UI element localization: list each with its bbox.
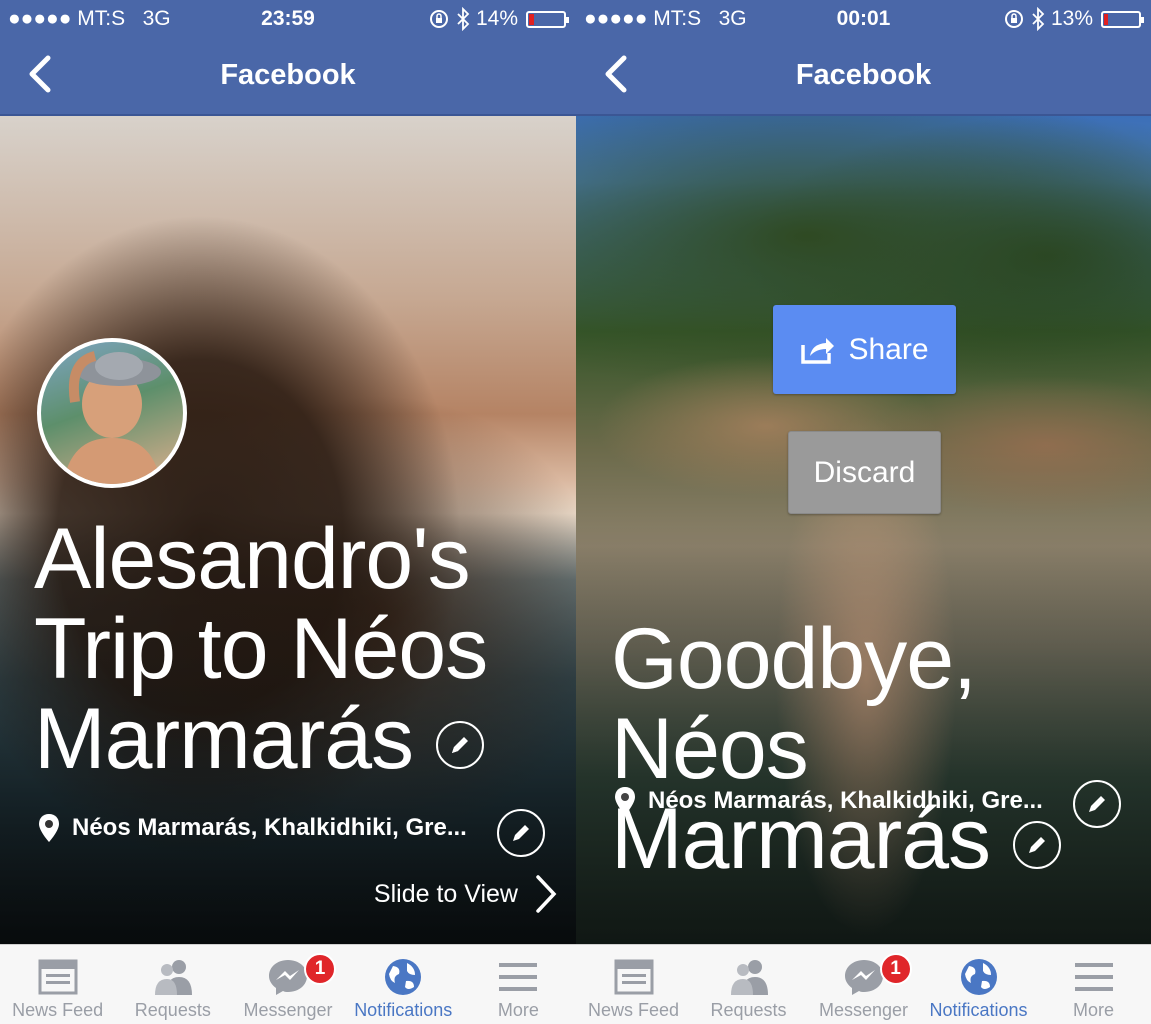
pencil-icon xyxy=(1089,796,1105,812)
globe-icon xyxy=(385,959,422,995)
nav-bar: Facebook xyxy=(576,38,1151,116)
location-row[interactable]: Néos Marmarás, Khalkidhiki, Gre... xyxy=(38,813,467,843)
tab-news-feed[interactable]: News Feed xyxy=(0,945,115,1024)
requests-icon xyxy=(730,960,768,995)
menu-icon xyxy=(499,963,538,991)
album-title-text: Goodbye, Néos Marmarás xyxy=(611,611,991,887)
nav-title: Facebook xyxy=(220,59,356,91)
requests-icon xyxy=(154,960,192,995)
trip-cover-photo[interactable]: Alesandro's Trip to Néos Marmarás Néos M… xyxy=(0,116,576,944)
bluetooth-icon xyxy=(1032,7,1045,31)
edit-title-button[interactable] xyxy=(1012,821,1061,870)
avatar[interactable] xyxy=(37,338,187,488)
location-text: Néos Marmarás, Khalkidhiki, Gre... xyxy=(648,787,1043,814)
tab-label: News Feed xyxy=(587,1000,680,1020)
menu-icon xyxy=(1074,963,1113,991)
album-title-text: Alesandro's Trip to Néos Marmarás xyxy=(34,511,488,787)
tab-notifications[interactable]: Notifications xyxy=(921,945,1036,1024)
tab-requests[interactable]: Requests xyxy=(115,945,230,1024)
edit-title-button[interactable] xyxy=(435,721,484,770)
chevron-right-icon xyxy=(536,875,557,913)
tab-more[interactable]: More xyxy=(461,945,576,1024)
pencil-icon xyxy=(1028,837,1045,854)
news-feed-icon xyxy=(38,959,78,995)
battery-level xyxy=(1104,13,1109,25)
battery-percent: 13% xyxy=(1050,7,1093,30)
messenger-icon xyxy=(269,960,307,995)
tab-messenger[interactable]: 1 Messenger xyxy=(806,945,921,1024)
discard-label: Discard xyxy=(813,455,916,489)
tab-label: Notifications xyxy=(929,1000,1028,1020)
status-bar: ●●●●● MT:S 3G 00:01 13% xyxy=(576,0,1151,38)
right-screen: ●●●●● MT:S 3G 00:01 13% Facebook Share D… xyxy=(576,0,1151,1024)
tab-label: Messenger xyxy=(818,1000,909,1020)
album-title: Goodbye, Néos Marmarás xyxy=(611,614,1131,884)
location-pin-icon xyxy=(39,814,59,842)
share-button[interactable]: Share xyxy=(773,305,956,394)
left-screen: ●●●●● MT:S 3G 23:59 14% Facebook Alesand… xyxy=(0,0,576,1024)
status-indicators: 14% xyxy=(428,7,569,31)
messenger-icon xyxy=(844,960,883,995)
globe-icon xyxy=(960,959,997,995)
discard-button[interactable]: Discard xyxy=(788,431,941,514)
tab-label: Requests xyxy=(134,1000,211,1020)
avatar-photo xyxy=(63,351,161,484)
status-bar: ●●●●● MT:S 3G 23:59 14% xyxy=(0,0,576,38)
tab-label: Notifications xyxy=(354,1000,453,1020)
battery-level xyxy=(529,13,534,25)
bluetooth-icon xyxy=(457,7,470,31)
share-label: Share xyxy=(848,332,929,366)
battery-percent: 14% xyxy=(475,7,518,30)
tab-bar: News Feed Requests 1 Messenger Notificat… xyxy=(0,944,576,1024)
battery-icon xyxy=(526,10,569,28)
tab-notifications[interactable]: Notifications xyxy=(346,945,461,1024)
messenger-badge: 1 xyxy=(304,953,336,985)
slide-to-view-label: Slide to View xyxy=(373,879,518,908)
share-icon xyxy=(801,337,835,364)
slide-to-view[interactable]: Slide to View xyxy=(374,874,558,914)
tab-label: More xyxy=(497,1000,539,1020)
edit-location-button[interactable] xyxy=(1073,780,1121,828)
orientation-lock-icon xyxy=(1004,10,1023,28)
tab-label: More xyxy=(1072,1000,1114,1020)
orientation-lock-icon xyxy=(429,10,448,28)
tab-more[interactable]: More xyxy=(1036,945,1151,1024)
tab-news-feed[interactable]: News Feed xyxy=(576,945,691,1024)
tab-label: News Feed xyxy=(12,1000,104,1020)
news-feed-icon xyxy=(614,959,653,995)
status-indicators: 13% xyxy=(1003,7,1144,31)
nav-title: Facebook xyxy=(795,59,932,91)
location-pin-icon xyxy=(615,787,635,815)
trip-cover-photo[interactable]: Share Discard Goodbye, Néos Marmarás Néo… xyxy=(576,116,1151,944)
tab-bar: News Feed Requests 1 Messenger Notificat… xyxy=(576,944,1151,1024)
pencil-icon xyxy=(513,825,529,841)
nav-bar: Facebook xyxy=(0,38,576,116)
pencil-icon xyxy=(451,737,468,754)
messenger-badge: 1 xyxy=(879,953,912,985)
location-row[interactable]: Néos Marmarás, Khalkidhiki, Gre... xyxy=(614,786,1043,816)
battery-icon xyxy=(1101,10,1144,28)
tab-label: Requests xyxy=(710,1000,787,1020)
tab-label: Messenger xyxy=(243,1000,333,1020)
tab-messenger[interactable]: 1 Messenger xyxy=(230,945,345,1024)
album-title: Alesandro's Trip to Néos Marmarás xyxy=(34,514,554,784)
edit-location-button[interactable] xyxy=(497,809,545,857)
location-text: Néos Marmarás, Khalkidhiki, Gre... xyxy=(72,814,467,841)
tab-requests[interactable]: Requests xyxy=(691,945,806,1024)
